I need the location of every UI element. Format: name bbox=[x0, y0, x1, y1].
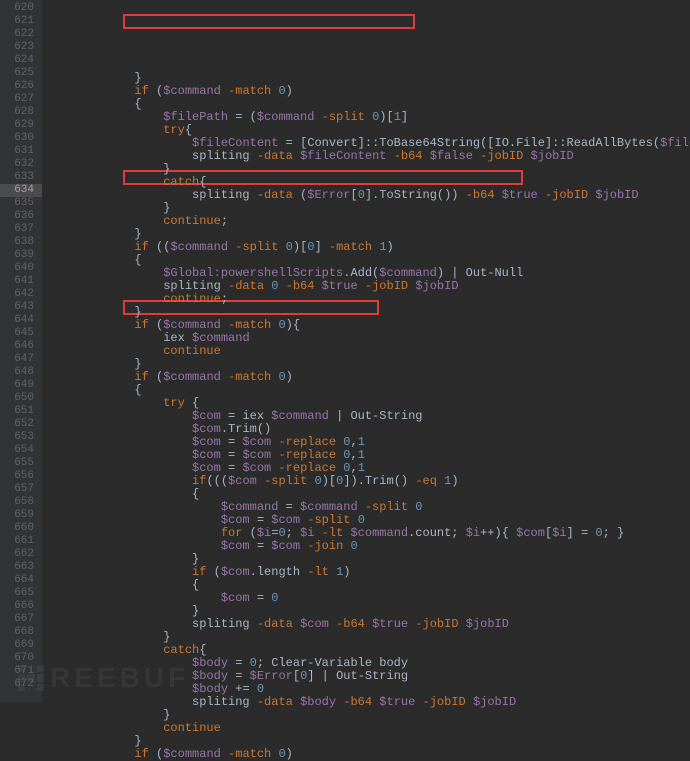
line-number: 638 bbox=[0, 236, 42, 249]
line-number: 623 bbox=[0, 41, 42, 54]
line-number: 654 bbox=[0, 444, 42, 457]
line-number: 653 bbox=[0, 431, 42, 444]
line-number: 647 bbox=[0, 353, 42, 366]
line-number: 641 bbox=[0, 275, 42, 288]
code-line[interactable]: if ($command -match 0) bbox=[48, 371, 690, 384]
line-number: 652 bbox=[0, 418, 42, 431]
line-number: 630 bbox=[0, 132, 42, 145]
line-number: 658 bbox=[0, 496, 42, 509]
line-number: 637 bbox=[0, 223, 42, 236]
line-number: 642 bbox=[0, 288, 42, 301]
line-number-gutter: 6206216226236246256266276286296306316326… bbox=[0, 0, 42, 702]
line-number: 664 bbox=[0, 574, 42, 587]
line-number: 634 bbox=[0, 184, 42, 197]
line-number: 648 bbox=[0, 366, 42, 379]
code-line[interactable]: continue bbox=[48, 722, 690, 735]
code-line[interactable]: spliting -data $body -b64 $true -jobID $… bbox=[48, 696, 690, 709]
code-line[interactable]: continue; bbox=[48, 215, 690, 228]
line-number: 640 bbox=[0, 262, 42, 275]
line-number: 626 bbox=[0, 80, 42, 93]
line-number: 667 bbox=[0, 613, 42, 626]
line-number: 628 bbox=[0, 106, 42, 119]
line-number: 663 bbox=[0, 561, 42, 574]
line-number: 635 bbox=[0, 197, 42, 210]
code-editor[interactable]: 6206216226236246256266276286296306316326… bbox=[0, 0, 690, 702]
code-line[interactable]: if ($command -match 0) bbox=[48, 748, 690, 761]
line-number: 639 bbox=[0, 249, 42, 262]
line-number: 672 bbox=[0, 678, 42, 691]
line-number: 657 bbox=[0, 483, 42, 496]
line-number: 650 bbox=[0, 392, 42, 405]
line-number: 671 bbox=[0, 665, 42, 678]
code-line[interactable]: if (($command -split 0)[0] -match 1) bbox=[48, 241, 690, 254]
line-number: 620 bbox=[0, 2, 42, 15]
line-number: 656 bbox=[0, 470, 42, 483]
line-number: 645 bbox=[0, 327, 42, 340]
line-number: 665 bbox=[0, 587, 42, 600]
code-area[interactable]: } if ($command -match 0) { $filePath = (… bbox=[42, 0, 690, 702]
line-number: 625 bbox=[0, 67, 42, 80]
line-number: 660 bbox=[0, 522, 42, 535]
line-number: 636 bbox=[0, 210, 42, 223]
line-number: 627 bbox=[0, 93, 42, 106]
line-number: 670 bbox=[0, 652, 42, 665]
line-number: 632 bbox=[0, 158, 42, 171]
highlight-box-1 bbox=[123, 14, 415, 29]
line-number: 651 bbox=[0, 405, 42, 418]
line-number: 631 bbox=[0, 145, 42, 158]
line-number: 668 bbox=[0, 626, 42, 639]
line-number: 633 bbox=[0, 171, 42, 184]
line-number: 643 bbox=[0, 301, 42, 314]
line-number: 655 bbox=[0, 457, 42, 470]
line-number: 646 bbox=[0, 340, 42, 353]
line-number: 649 bbox=[0, 379, 42, 392]
line-number: 666 bbox=[0, 600, 42, 613]
line-number: 622 bbox=[0, 28, 42, 41]
line-number: 662 bbox=[0, 548, 42, 561]
code-line[interactable]: } bbox=[48, 709, 690, 722]
line-number: 624 bbox=[0, 54, 42, 67]
line-number: 661 bbox=[0, 535, 42, 548]
line-number: 644 bbox=[0, 314, 42, 327]
line-number: 669 bbox=[0, 639, 42, 652]
code-line[interactable]: continue bbox=[48, 345, 690, 358]
code-line[interactable]: continue; bbox=[48, 293, 690, 306]
line-number: 629 bbox=[0, 119, 42, 132]
code-line[interactable]: if ($command -match 0) bbox=[48, 85, 690, 98]
line-number: 621 bbox=[0, 15, 42, 28]
line-number: 659 bbox=[0, 509, 42, 522]
